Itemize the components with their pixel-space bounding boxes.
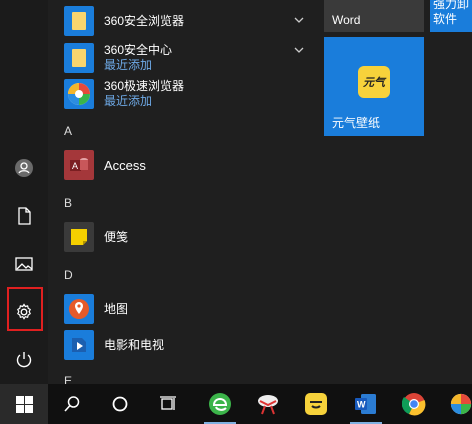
app-name: 地图 xyxy=(104,301,129,316)
chevron-down-icon[interactable] xyxy=(292,13,306,27)
list-item-360-speed-browser[interactable]: 360极速浏览器 最近添加 xyxy=(64,76,312,112)
svg-text:W: W xyxy=(357,400,366,410)
uninstall-tool-icon xyxy=(258,395,278,415)
search-icon xyxy=(64,396,80,412)
svg-text:A: A xyxy=(72,161,78,171)
cortana-button[interactable] xyxy=(96,384,144,424)
list-item-maps[interactable]: 地图 xyxy=(64,291,312,327)
360-speed-browser-icon xyxy=(450,393,472,415)
section-letter-d[interactable]: D xyxy=(64,268,73,282)
movies-tv-icon xyxy=(64,330,94,360)
task-view-icon xyxy=(160,396,176,410)
word-icon: W xyxy=(355,394,376,414)
task-view-button[interactable] xyxy=(144,384,192,424)
list-item-movies-tv[interactable]: 电影和电视 xyxy=(64,327,312,363)
yuanqi-icon xyxy=(305,393,327,415)
user-account-button[interactable] xyxy=(0,144,48,192)
settings-highlight-box xyxy=(7,287,43,331)
app-list: 360安全浏览器 360安全中心 最近添加 360极速浏览器 最近添加 A A … xyxy=(48,0,312,384)
taskbar-chrome[interactable] xyxy=(390,384,438,424)
power-button[interactable] xyxy=(0,336,48,384)
app-name: 360极速浏览器 xyxy=(104,79,185,93)
tile-label: 软件 xyxy=(433,12,458,26)
folder-icon xyxy=(64,6,94,36)
user-icon xyxy=(15,159,33,177)
access-icon: A xyxy=(64,150,94,180)
app-name: Access xyxy=(104,157,146,173)
recently-added-label: 最近添加 xyxy=(104,94,153,108)
pictures-button[interactable] xyxy=(0,240,48,288)
chevron-down-icon[interactable] xyxy=(292,43,306,57)
app-name: 360安全浏览器 xyxy=(104,13,185,28)
tile-uninstaller[interactable]: 强力卸 软件 xyxy=(430,0,472,32)
taskbar-uninstall-tool[interactable] xyxy=(244,384,292,424)
tile-yuanqi-wallpaper[interactable]: 元气 元气壁纸 xyxy=(324,37,424,136)
360-speed-browser-icon xyxy=(64,79,94,109)
folder-icon xyxy=(64,43,94,73)
section-letter-e[interactable]: E xyxy=(64,374,72,384)
list-item-360-security-center[interactable]: 360安全中心 最近添加 xyxy=(64,40,312,76)
section-letter-a[interactable]: A xyxy=(64,124,72,138)
list-item-360-secure-browser[interactable]: 360安全浏览器 xyxy=(64,3,312,39)
document-icon xyxy=(18,207,31,225)
list-item-sticky-notes[interactable]: 便笺 xyxy=(64,219,312,255)
tile-word[interactable]: Word xyxy=(324,0,424,32)
yuanqi-icon: 元气 xyxy=(358,66,390,98)
tile-label: Word xyxy=(332,13,361,27)
taskbar-360-browser[interactable] xyxy=(196,384,244,424)
360-browser-icon xyxy=(209,393,231,415)
power-icon xyxy=(16,352,32,368)
app-name: 电影和电视 xyxy=(104,337,165,352)
chrome-icon xyxy=(402,393,426,416)
section-letter-b[interactable]: B xyxy=(64,196,72,210)
maps-icon xyxy=(64,294,94,324)
pictures-icon xyxy=(15,257,33,271)
sticky-notes-icon xyxy=(64,222,94,252)
pinned-tiles: Word 强力卸 软件 元气 元气壁纸 xyxy=(312,0,472,384)
recently-added-label: 最近添加 xyxy=(104,58,153,72)
app-name: 360安全中心 xyxy=(104,43,173,57)
cortana-icon xyxy=(112,396,128,412)
taskbar-yuanqi[interactable] xyxy=(292,384,340,424)
search-button[interactable] xyxy=(48,384,96,424)
yuanqi-logo-text: 元气 xyxy=(363,77,385,89)
tile-label: 元气壁纸 xyxy=(332,116,381,130)
tile-label: 强力卸 xyxy=(433,0,470,11)
taskbar: W xyxy=(0,384,472,424)
windows-start-icon xyxy=(15,395,33,413)
taskbar-360-speed-browser[interactable] xyxy=(438,384,472,424)
documents-button[interactable] xyxy=(0,192,48,240)
start-button[interactable] xyxy=(0,384,48,424)
app-name: 便笺 xyxy=(104,229,129,244)
taskbar-word[interactable]: W xyxy=(342,384,390,424)
list-item-access[interactable]: A Access xyxy=(64,147,312,183)
